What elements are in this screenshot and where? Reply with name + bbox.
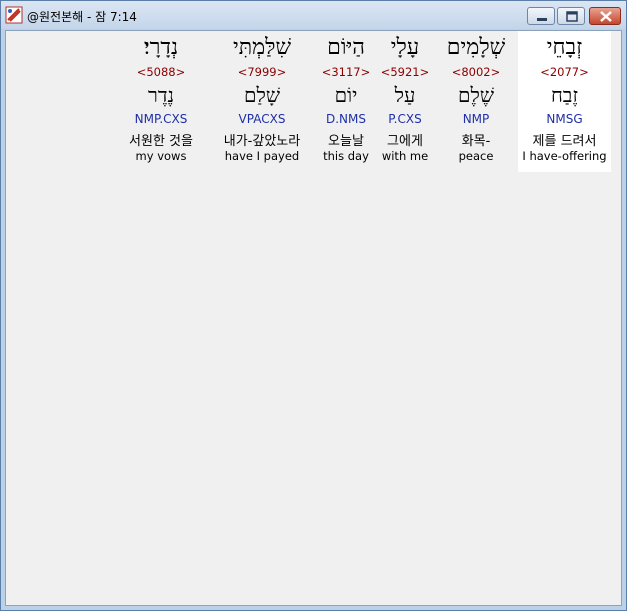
parse-code[interactable]: NMP.CXS [116,112,206,126]
hebrew-word: זְבָחֵי [546,35,583,60]
korean-gloss: 서원한 것을 [129,134,193,149]
strong-number[interactable]: <7999> [212,65,312,79]
word-column[interactable]: נְדָרָי׃ <5088> נֶדֶר NMP.CXS 서원한 것을 my … [116,31,206,172]
strong-number[interactable]: <3117> [316,65,376,79]
word-column[interactable]: שִׁלַּמְתִּי <7999> שָׁלַם VPACXS 내가-갚았노… [212,31,312,172]
strong-number[interactable]: <2077> [522,65,607,79]
minimize-button[interactable] [527,7,555,25]
close-button[interactable] [589,7,621,25]
parse-code[interactable]: P.CXS [376,112,434,126]
parse-code[interactable]: D.NMS [316,112,376,126]
hebrew-lemma: שָׁלַם [244,83,280,107]
korean-gloss: 내가-갚았노라 [223,134,301,149]
word-column[interactable]: זְבָחֵי <2077> זֶבַח NMSG 제를 드려서 I have-… [522,31,607,172]
strong-number[interactable]: <5921> [376,65,434,79]
hebrew-word: הַיּוֹם [327,35,365,60]
parse-code[interactable]: NMP [436,112,516,126]
word-column[interactable]: הַיּוֹם <3117> יוֹם D.NMS 오늘날 this day [316,31,376,172]
parse-code[interactable]: VPACXS [212,112,312,126]
hebrew-lemma: זֶבַח [550,83,579,107]
hebrew-word: שִׁלַּמְתִּי [232,35,292,60]
hebrew-lemma: נֶדֶר [148,83,174,107]
maximize-icon [566,11,578,22]
english-gloss: have I payed [224,149,300,163]
word-column[interactable]: עָלָי <5921> עַל P.CXS 그에게 with me [376,31,434,172]
english-gloss: I have-offering [522,149,607,163]
hebrew-lemma: עַל [394,83,416,107]
hebrew-lemma: יוֹם [334,83,358,107]
strong-number[interactable]: <8002> [436,65,516,79]
hebrew-word: עָלָי [390,35,420,60]
interlinear-panel[interactable]: זְבָחֵי <2077> זֶבַח NMSG 제를 드려서 I have-… [5,30,622,606]
korean-gloss: 오늘날 [328,134,364,149]
korean-gloss: 제를 드려서 [532,134,597,149]
title-bar[interactable]: @원전본해 - 잠 7:14 [1,1,626,29]
korean-gloss: 화목- [461,134,491,149]
english-gloss: my vows [135,149,187,163]
hebrew-lemma: שֶׁלֶם [458,83,494,107]
minimize-icon [537,18,547,21]
hebrew-word: שְׁלָמִים [446,35,506,60]
korean-gloss: 그에게 [387,134,423,149]
maximize-button[interactable] [557,7,585,25]
parse-code[interactable]: NMSG [522,112,607,126]
app-window: @원전본해 - 잠 7:14 זְבָחֵי <2077> זֶבַח NMSG… [0,0,627,611]
app-icon [5,6,23,24]
hebrew-word: נְדָרָי׃ [143,35,179,60]
strong-number[interactable]: <5088> [116,65,206,79]
english-gloss: with me [381,149,429,163]
english-gloss: this day [323,149,369,163]
window-title: @원전본해 - 잠 7:14 [27,10,137,24]
word-column[interactable]: שְׁלָמִים <8002> שֶׁלֶם NMP 화목- peace [436,31,516,172]
close-icon [600,11,612,22]
english-gloss: peace [458,149,494,163]
